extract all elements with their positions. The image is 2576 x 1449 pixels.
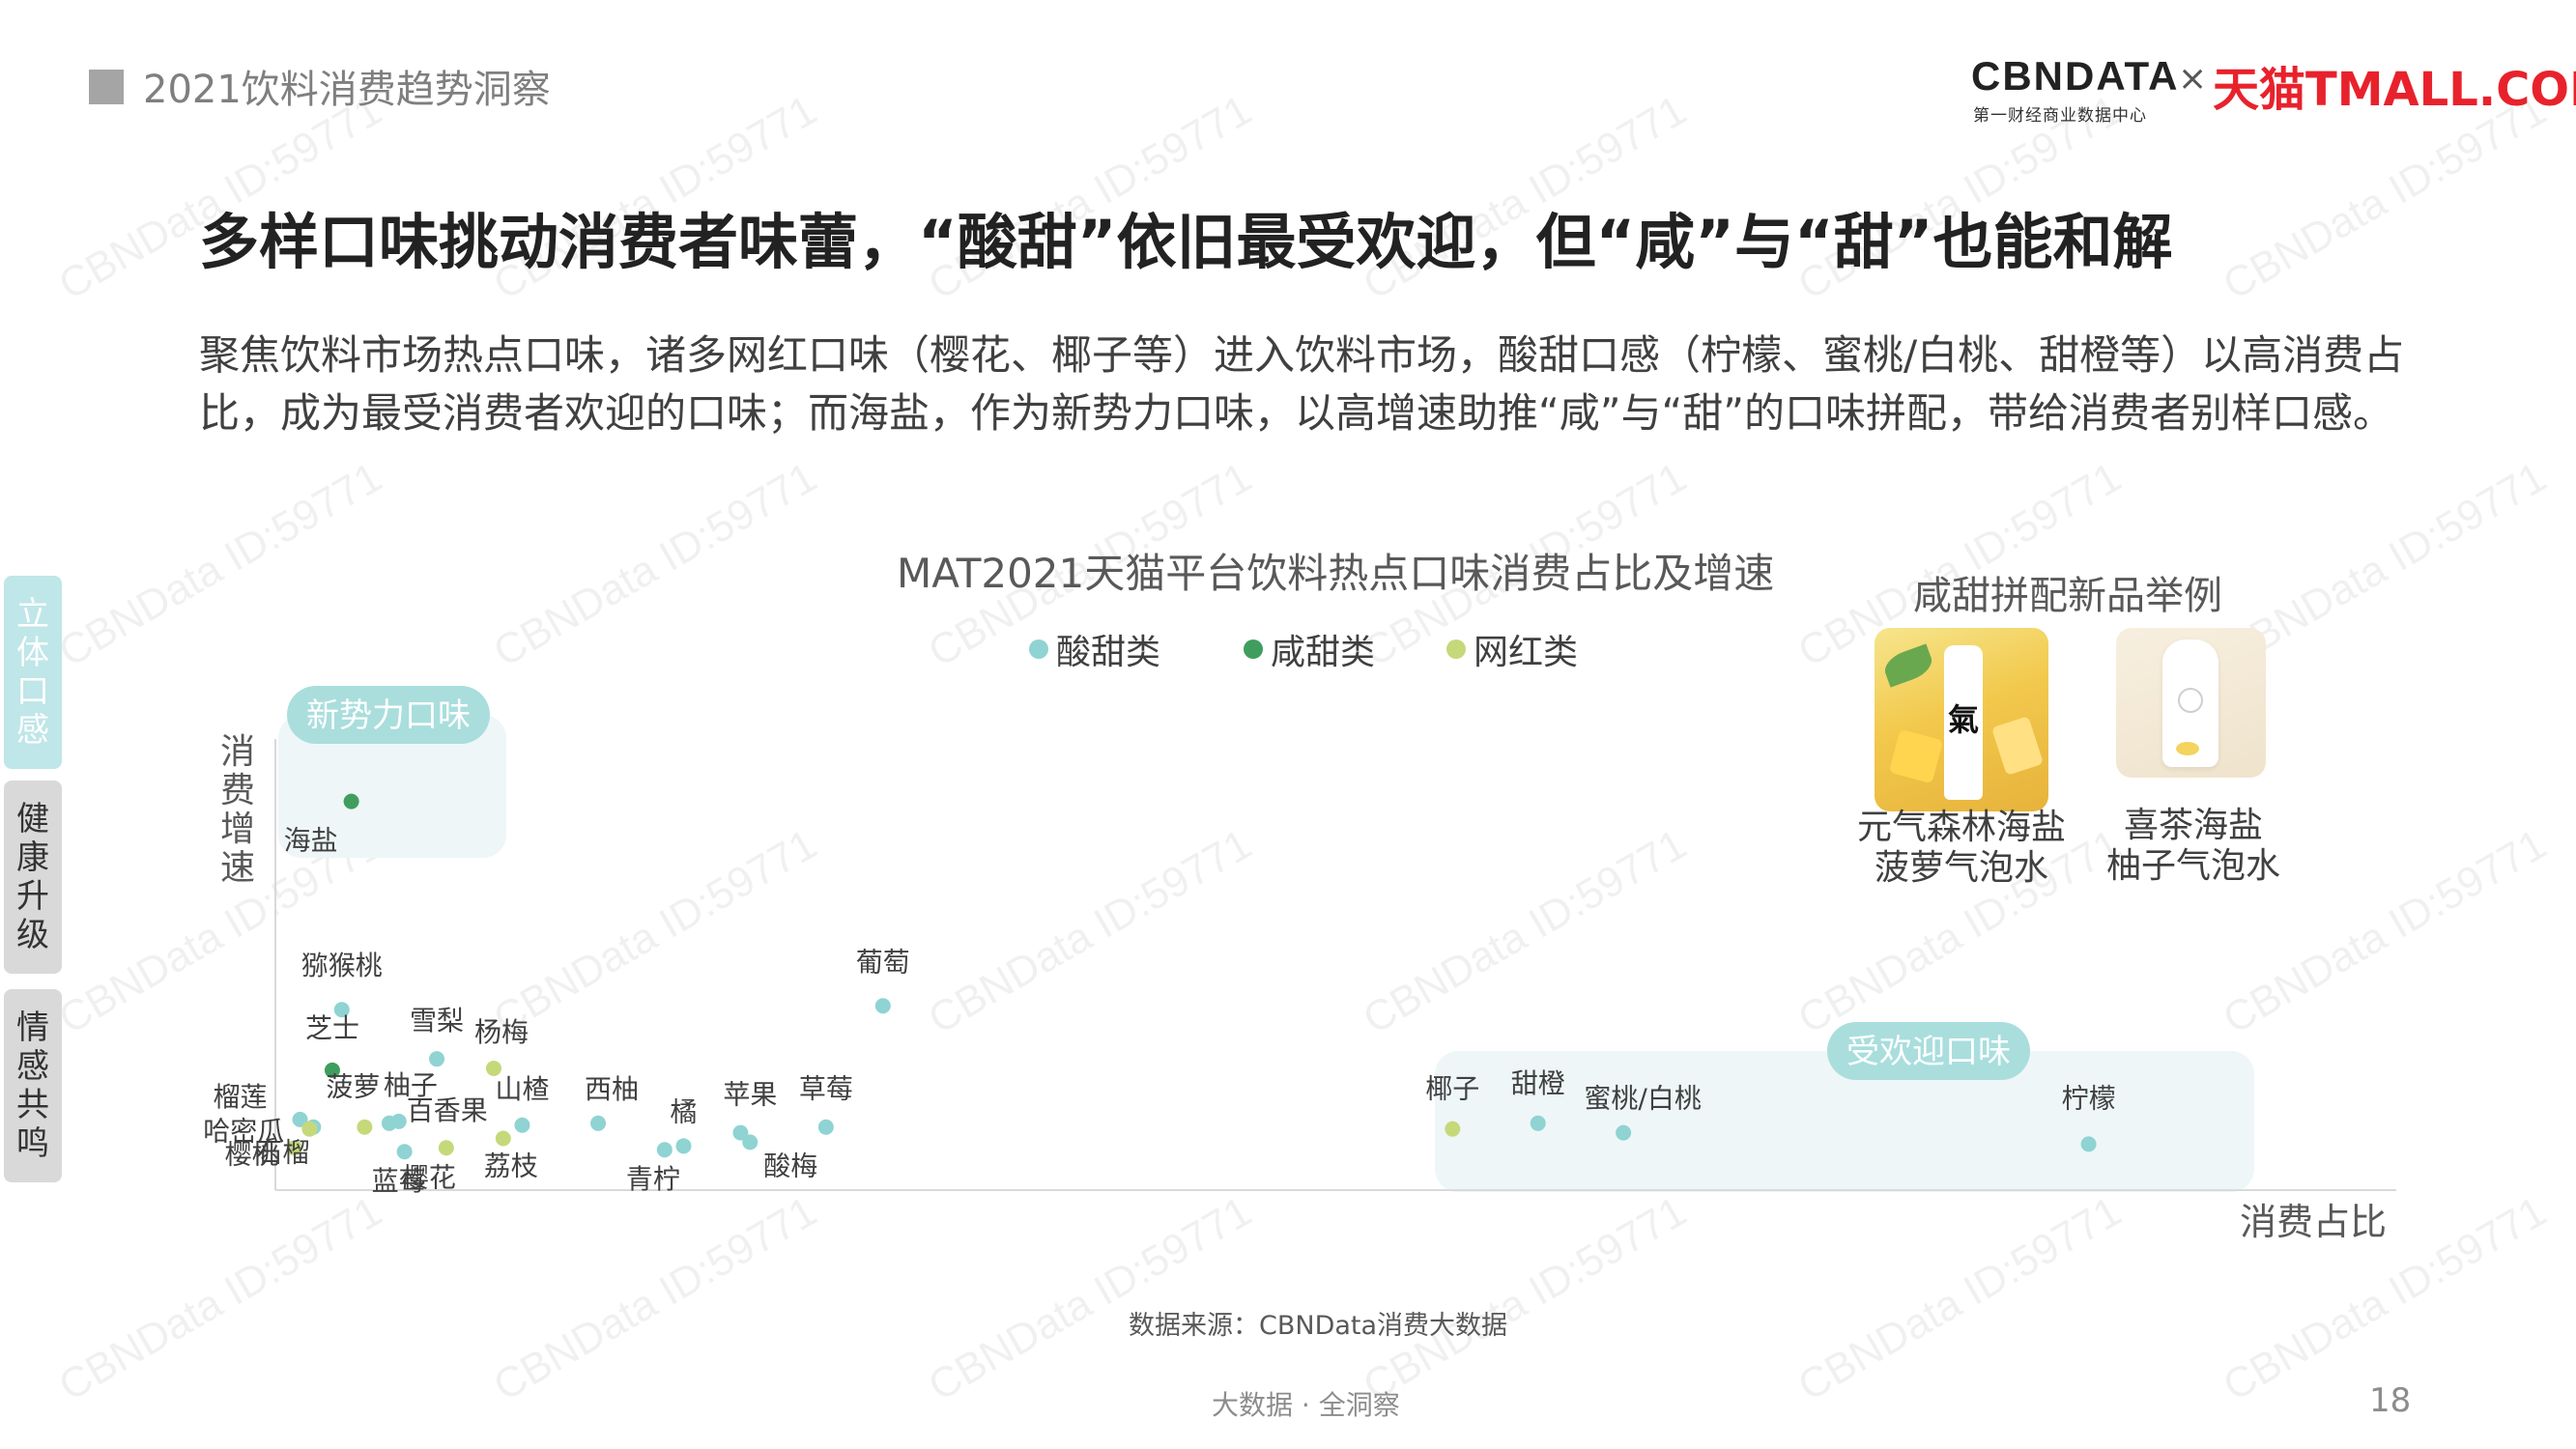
data-point [357,1119,373,1135]
data-point [817,1119,834,1135]
data-label: 西柚 [585,1073,639,1105]
leaf-shape [1880,643,1936,688]
data-point [1616,1124,1632,1141]
product-name-line: 菠萝气泡水 [1874,848,2048,888]
data-label: 芝士 [305,1012,359,1044]
bottle-logo-icon [2178,688,2203,713]
x-axis-title: 消费占比 [2240,1201,2387,1243]
data-point [1445,1121,1461,1137]
data-label: 草莓 [799,1073,853,1105]
lemon-slice-shape [2176,742,2199,755]
data-point [301,1121,318,1137]
data-point [656,1142,673,1158]
data-label: 石榴 [255,1137,309,1169]
y-axis-title-char: 费 [220,771,255,810]
callout-new-force-label: 新势力口味 [306,696,471,735]
product-name: 喜茶海盐 柚子气泡水 [2087,806,2300,887]
data-point [675,1138,692,1154]
source-note: 数据来源：CBNData消费大数据 [1129,1311,1508,1341]
data-label: 蜜桃/白桃 [1584,1083,1701,1115]
page-number: 18 [2369,1381,2412,1420]
data-label: 葡萄 [856,946,910,978]
data-point [590,1115,607,1131]
y-axis-title-char: 增 [220,810,255,849]
data-point [390,1113,407,1129]
data-point [742,1134,758,1151]
data-label: 樱花 [402,1161,456,1193]
data-label: 杨梅 [474,1016,529,1048]
examples-title: 咸甜拼配新品举例 [1913,574,2222,618]
data-point [343,793,359,810]
callout-popular-label: 受欢迎口味 [1846,1033,2011,1071]
y-axis-title-char: 速 [220,848,255,888]
data-point [874,998,891,1014]
data-point [2080,1136,2097,1152]
data-point [514,1117,530,1133]
product-name-line: 元气森林海盐 [1856,808,2066,847]
data-point [396,1144,413,1160]
data-point [495,1130,511,1147]
data-label: 雪梨 [410,1005,464,1037]
product-name: 元气森林海盐 菠萝气泡水 [1855,808,2068,889]
data-label: 榴莲 [214,1081,268,1113]
data-point [429,1051,445,1067]
data-point [1530,1115,1546,1131]
data-label: 青柠 [626,1163,680,1195]
pineapple-sparkling-water-image: 氣 [1875,628,2048,811]
product-name-line: 柚子气泡水 [2105,846,2280,886]
data-label: 椰子 [1425,1073,1479,1105]
y-axis-title-char: 消 [220,732,255,772]
grapefruit-sparkling-water-image [2116,628,2266,778]
data-point [438,1140,454,1156]
data-label: 猕猴桃 [301,950,383,981]
footer-tagline: 大数据 · 全洞察 [1212,1389,1400,1421]
pineapple-slice-shape [1888,728,1944,784]
data-label: 百香果 [407,1094,488,1126]
pineapple-slice-shape [1990,716,2045,776]
data-label: 苹果 [723,1079,777,1111]
data-label: 橘 [670,1095,697,1127]
data-point [485,1060,501,1076]
data-label: 菠萝 [326,1071,380,1103]
data-label: 山楂 [495,1073,549,1105]
data-label: 甜橙 [1511,1067,1565,1099]
product-name-line: 喜茶海盐 [2123,806,2263,845]
data-label: 酸梅 [763,1150,817,1181]
data-label: 荔枝 [484,1150,538,1181]
bottle-label: 氣 [1948,701,1980,738]
data-label: 柠檬 [2062,1082,2116,1114]
data-label: 海盐 [284,825,338,857]
